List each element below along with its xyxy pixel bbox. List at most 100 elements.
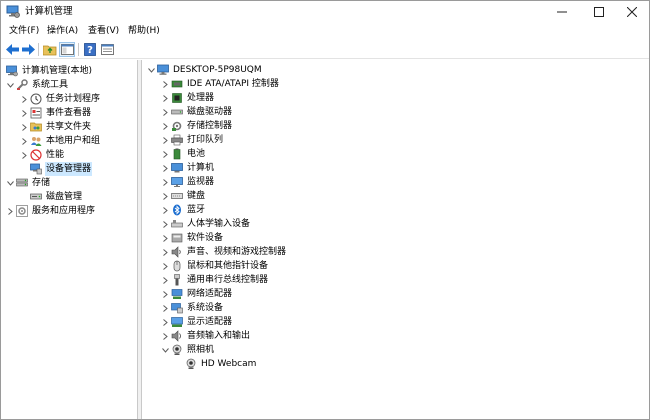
device-category-usb-controllers[interactable]: 通用串行总线控制器	[160, 273, 269, 287]
device-category-disk-drives[interactable]: 磁盘驱动器	[160, 105, 233, 119]
computer-management-window: 计算机管理 文件(F) 操作(A) 查看(V) 帮助(H) ? 计算机管理(本地…	[0, 0, 650, 420]
chevron-right-icon[interactable]	[160, 105, 170, 119]
device-category-audio-io[interactable]: 音频输入和输出	[160, 329, 251, 343]
tree-item-label: 共享文件夹	[46, 122, 92, 132]
forward-button[interactable]	[20, 42, 36, 57]
storage-icon	[15, 177, 28, 190]
chevron-right-icon[interactable]	[160, 245, 170, 259]
device-category-label: 计算机	[187, 163, 215, 173]
toolbar-separator	[78, 43, 79, 56]
up-one-level-button[interactable]	[42, 42, 58, 57]
device-category-bluetooth[interactable]: 蓝牙	[160, 203, 206, 217]
chevron-right-icon[interactable]	[160, 77, 170, 91]
chevron-down-icon[interactable]	[146, 63, 156, 77]
battery-icon	[170, 148, 183, 161]
device-category-monitors[interactable]: 监视器	[160, 175, 215, 189]
chevron-right-icon[interactable]	[160, 315, 170, 329]
tree-item-storage[interactable]: 存储	[5, 176, 51, 190]
tree-item-label: 本地用户和组	[46, 136, 101, 146]
menu-action[interactable]: 操作(A)	[47, 25, 78, 38]
chevron-down-icon[interactable]	[160, 343, 170, 357]
help-button[interactable]: ?	[82, 42, 98, 57]
device-category-network-adapters[interactable]: 网络适配器	[160, 287, 233, 301]
menu-help[interactable]: 帮助(H)	[128, 25, 160, 38]
tree-item-label: 事件查看器	[46, 108, 92, 118]
chevron-right-icon[interactable]	[160, 189, 170, 203]
chevron-right-icon[interactable]	[160, 147, 170, 161]
chevron-right-icon[interactable]	[5, 204, 15, 218]
tree-item-system-tools[interactable]: 系统工具	[5, 78, 69, 92]
chevron-right-icon[interactable]	[19, 148, 29, 162]
camera-icon	[170, 344, 183, 357]
device-category-batteries[interactable]: 电池	[160, 147, 206, 161]
device-category-system-devices[interactable]: 系统设备	[160, 301, 224, 315]
device-category-hid[interactable]: 人体学输入设备	[160, 217, 251, 231]
maximize-button[interactable]	[582, 1, 616, 23]
network-adapter-icon	[170, 288, 183, 301]
chevron-right-icon[interactable]	[19, 120, 29, 134]
device-tree-pane[interactable]: DESKTOP-5P98UQM IDE ATA/ATAPI 控制器 处理器 磁盘…	[141, 60, 649, 419]
tree-item-task-scheduler[interactable]: 任务计划程序	[19, 92, 101, 106]
tree-item-event-viewer[interactable]: 事件查看器	[19, 106, 92, 120]
device-manager-icon	[29, 163, 42, 176]
monitor-icon	[170, 176, 183, 189]
desktop-computer-icon	[156, 64, 169, 77]
chevron-right-icon[interactable]	[160, 217, 170, 231]
device-category-software-devices[interactable]: 软件设备	[160, 231, 224, 245]
device-category-keyboards[interactable]: 键盘	[160, 189, 206, 203]
chevron-right-icon[interactable]	[160, 273, 170, 287]
chevron-right-icon[interactable]	[19, 106, 29, 120]
menu-bar: 文件(F) 操作(A) 查看(V) 帮助(H)	[1, 23, 649, 40]
chevron-right-icon[interactable]	[160, 175, 170, 189]
chevron-right-icon[interactable]	[160, 91, 170, 105]
chevron-right-icon[interactable]	[160, 161, 170, 175]
tree-item-services-applications[interactable]: 服务和应用程序	[5, 204, 96, 218]
device-category-label: 蓝牙	[187, 205, 206, 215]
tree-item-performance[interactable]: 性能	[19, 148, 65, 162]
forward-arrow-icon	[21, 44, 35, 55]
device-category-print-queues[interactable]: 打印队列	[160, 133, 224, 147]
device-category-cameras[interactable]: 照相机	[160, 343, 215, 357]
device-category-computer[interactable]: 计算机	[160, 161, 215, 175]
chevron-right-icon[interactable]	[160, 119, 170, 133]
tree-item-shared-folders[interactable]: 共享文件夹	[19, 120, 92, 134]
minimize-button[interactable]	[545, 1, 579, 23]
device-category-storage-controllers[interactable]: 存储控制器	[160, 119, 233, 133]
properties-button[interactable]	[99, 42, 115, 57]
chevron-right-icon[interactable]	[160, 301, 170, 315]
tree-item-label: 服务和应用程序	[32, 206, 96, 216]
title-bar[interactable]: 计算机管理	[1, 1, 649, 23]
chevron-right-icon[interactable]	[160, 287, 170, 301]
device-category-sound-video-game[interactable]: 声音、视频和游戏控制器	[160, 245, 287, 259]
chevron-right-icon[interactable]	[19, 134, 29, 148]
chevron-down-icon[interactable]	[5, 78, 15, 92]
chevron-right-icon[interactable]	[160, 329, 170, 343]
device-category-mice[interactable]: 鼠标和其他指针设备	[160, 259, 269, 273]
device-item-hd-webcam[interactable]: HD Webcam	[174, 357, 257, 371]
menu-file[interactable]: 文件(F)	[9, 25, 39, 38]
device-tree-root[interactable]: DESKTOP-5P98UQM	[146, 63, 263, 77]
back-button[interactable]	[4, 42, 20, 57]
device-category-processor[interactable]: 处理器	[160, 91, 215, 105]
tree-item-disk-management[interactable]: 磁盘管理	[19, 190, 83, 204]
tree-item-device-manager[interactable]: 设备管理器	[19, 162, 93, 176]
chevron-right-icon[interactable]	[160, 231, 170, 245]
close-button[interactable]	[615, 1, 649, 23]
device-category-ide[interactable]: IDE ATA/ATAPI 控制器	[160, 77, 280, 91]
chevron-right-icon[interactable]	[160, 259, 170, 273]
chevron-right-icon[interactable]	[160, 133, 170, 147]
up-folder-icon	[43, 45, 57, 55]
webcam-icon	[184, 358, 197, 371]
chevron-right-icon[interactable]	[160, 203, 170, 217]
tree-item-local-users-groups[interactable]: 本地用户和组	[19, 134, 101, 148]
chevron-down-icon[interactable]	[5, 176, 15, 190]
chevron-right-icon[interactable]	[19, 92, 29, 106]
menu-view[interactable]: 查看(V)	[88, 25, 119, 38]
device-category-label: 网络适配器	[187, 289, 233, 299]
console-tree-pane[interactable]: 计算机管理(本地) 系统工具 任务计划程序 事件查看器 共享文件夹 本地用户和组	[1, 60, 138, 419]
tree-item-computer-management[interactable]: 计算机管理(本地)	[5, 64, 93, 78]
hid-icon	[170, 218, 183, 231]
device-category-display-adapters[interactable]: 显示适配器	[160, 315, 233, 329]
show-hide-console-tree-button[interactable]	[59, 42, 75, 57]
